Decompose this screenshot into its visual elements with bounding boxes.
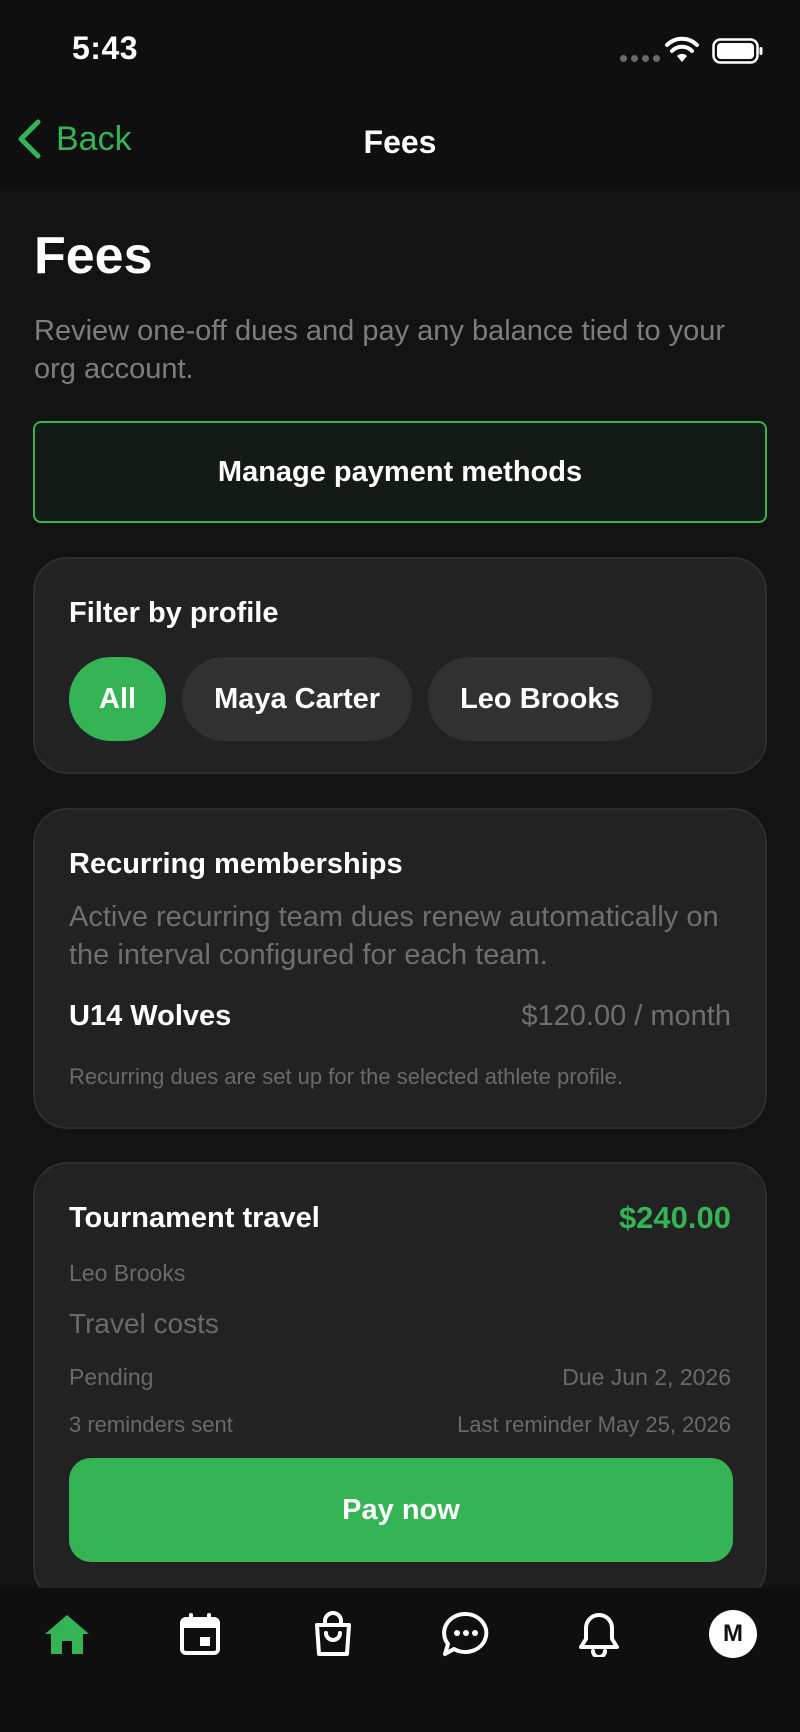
home-icon — [45, 1615, 89, 1654]
fee-amount: $240.00 — [618, 1200, 731, 1235]
shopping-bag-icon — [315, 1611, 351, 1656]
fee-description: Travel costs — [69, 1308, 219, 1339]
recurring-memberships-card: Recurring memberships Active recurring t… — [33, 808, 767, 1129]
recurring-description: Active recurring team dues renew automat… — [69, 901, 719, 971]
page-title: Fees — [34, 227, 153, 285]
tab-shop[interactable] — [303, 1604, 363, 1664]
filter-chip-leo-brooks[interactable]: Leo Brooks — [428, 657, 652, 741]
filter-label: Filter by profile — [69, 597, 279, 629]
wifi-icon — [665, 36, 699, 62]
tab-messages[interactable] — [436, 1604, 496, 1664]
nav-title: Fees — [363, 124, 437, 160]
tab-calendar[interactable] — [170, 1604, 230, 1664]
pay-now-button[interactable]: Pay now — [69, 1458, 733, 1562]
status-time: 5:43 — [72, 30, 139, 66]
tab-profile[interactable]: M — [703, 1604, 763, 1664]
tab-home[interactable] — [37, 1604, 97, 1664]
tab-notifications[interactable] — [569, 1604, 629, 1664]
profile-filter-chips: All Maya Carter Leo Brooks — [69, 657, 652, 741]
recurring-title: Recurring memberships — [69, 848, 403, 880]
manage-payment-methods-button[interactable]: Manage payment methods — [33, 421, 767, 523]
battery-icon — [712, 38, 763, 64]
navigation-bar: Back Fees — [0, 100, 800, 188]
recurring-team-name: U14 Wolves — [69, 1000, 232, 1032]
fee-card: Tournament travel $240.00 Leo Brooks Tra… — [33, 1162, 767, 1602]
recurring-note: Recurring dues are set up for the select… — [69, 1064, 623, 1089]
filter-chip-maya-carter[interactable]: Maya Carter — [182, 657, 413, 741]
tab-bar: M — [0, 1588, 800, 1732]
fee-last-reminder: Last reminder May 25, 2026 — [457, 1412, 731, 1437]
fee-profile: Leo Brooks — [69, 1260, 186, 1286]
chat-icon — [442, 1611, 489, 1656]
calendar-icon — [180, 1613, 220, 1655]
cellular-signal-icon — [620, 55, 660, 62]
page-subtitle: Review one-off dues and pay any balance … — [34, 315, 726, 385]
avatar: M — [709, 1610, 757, 1658]
recurring-team-price: $120.00 / month — [521, 1000, 731, 1032]
fee-title: Tournament travel — [69, 1202, 320, 1234]
fee-reminders-count: 3 reminders sent — [69, 1412, 233, 1437]
fee-status: Pending — [69, 1364, 154, 1390]
status-bar: 5:43 — [0, 0, 800, 100]
bell-icon — [579, 1613, 619, 1657]
fee-due-date: Due Jun 2, 2026 — [562, 1364, 731, 1390]
fees-screen: 5:43 Back Fees Fees Review one-off dues … — [0, 0, 800, 1732]
filter-card: Filter by profile All Maya Carter Leo Br… — [33, 557, 767, 774]
filter-chip-all[interactable]: All — [69, 657, 167, 741]
